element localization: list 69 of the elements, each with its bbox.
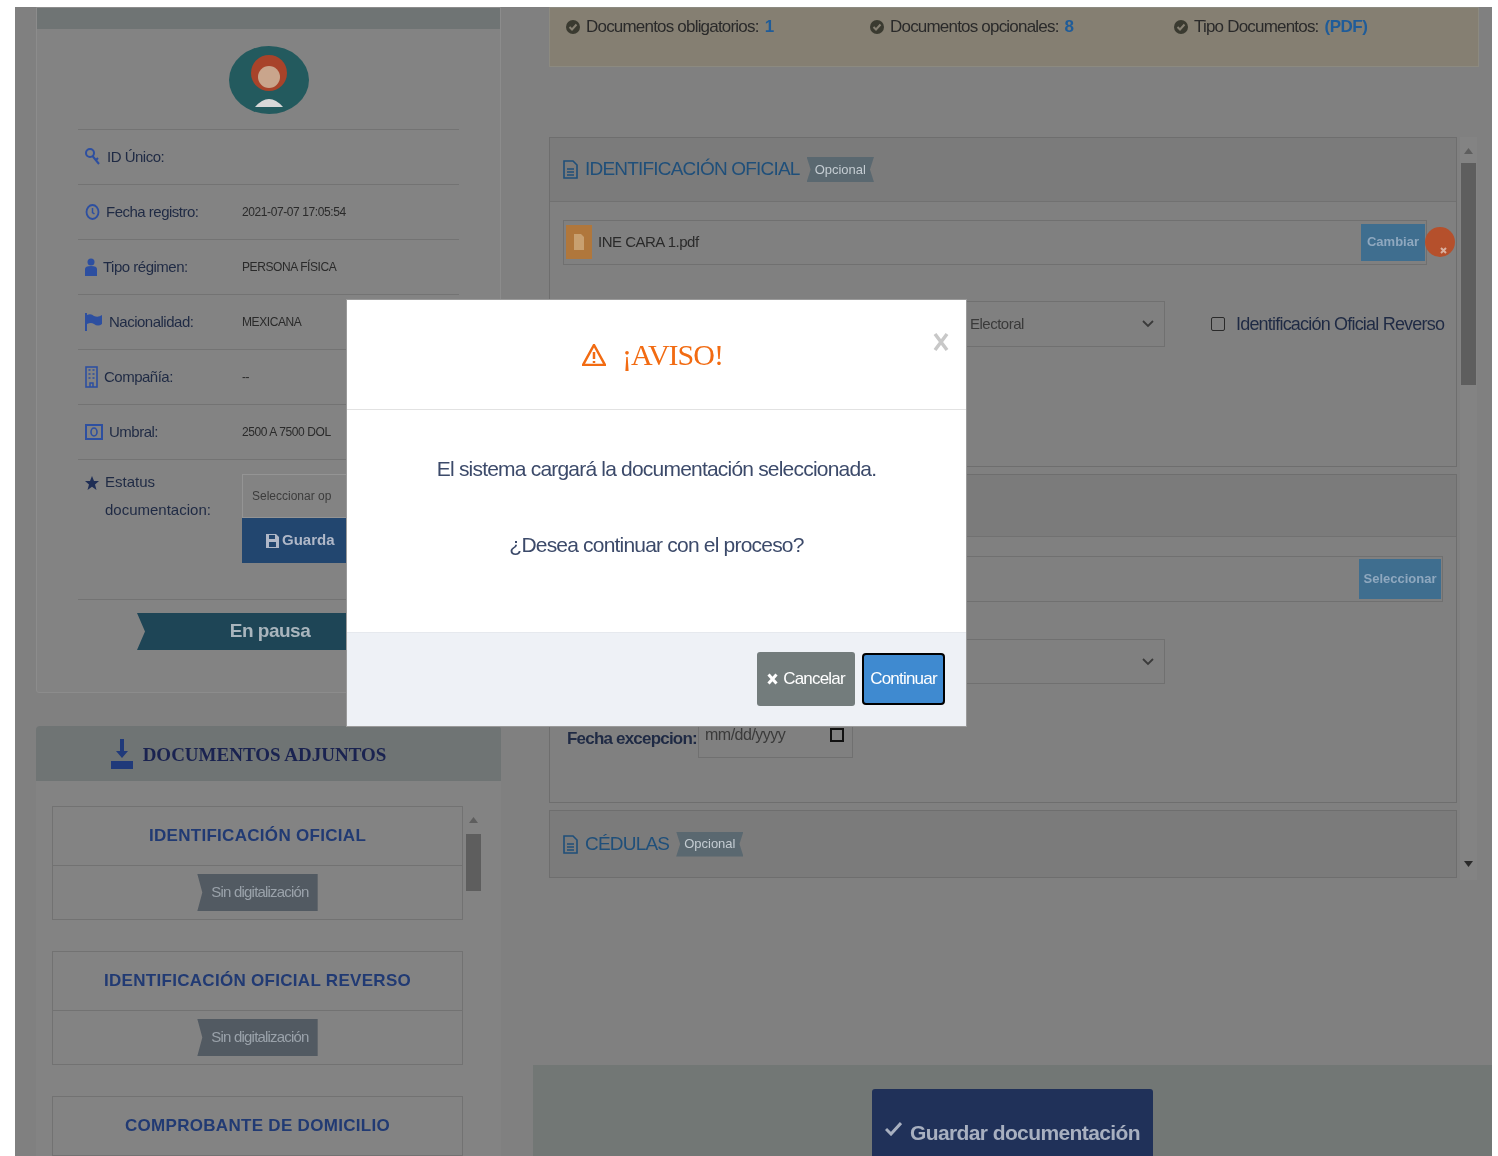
- attachment-title: COMPROBANTE DE DOMICILIO: [125, 1115, 390, 1138]
- scroll-thumb[interactable]: [466, 834, 481, 891]
- section-title: CÉDULAS: [585, 831, 670, 856]
- section-title: IDENTIFICACIÓN OFICIAL: [585, 157, 800, 182]
- close-icon: [767, 672, 779, 685]
- check-icon: [884, 1121, 902, 1136]
- field-label: Tipo régimen:: [103, 256, 188, 277]
- user-icon: [85, 258, 97, 276]
- status-badge: Sin digitalización: [197, 874, 318, 911]
- field-label: ID Único:: [107, 146, 165, 167]
- cancel-button[interactable]: Cancelar: [757, 651, 855, 706]
- scroll-thumb[interactable]: [1461, 163, 1476, 385]
- save-icon: [266, 533, 279, 548]
- scroll-up-icon[interactable]: [1464, 148, 1473, 154]
- scroll-up-icon[interactable]: [469, 817, 478, 823]
- continue-button[interactable]: Continuar: [862, 652, 945, 705]
- check-circle-icon: [566, 19, 580, 34]
- chevron-down-icon: [1142, 657, 1154, 666]
- avatar-icon: [227, 43, 310, 115]
- check-circle-icon: [1174, 19, 1188, 34]
- select-file-button[interactable]: Seleccionar: [1359, 559, 1441, 599]
- summary-label: Documentos opcionales:: [890, 16, 1059, 38]
- download-icon: [110, 738, 133, 769]
- checkbox[interactable]: [1211, 317, 1225, 331]
- field-value: MEXICANA: [242, 314, 302, 331]
- file-icon: [566, 225, 592, 259]
- summary-label: Tipo Documentos:: [1194, 16, 1319, 38]
- save-documents-button[interactable]: Guardar documentación: [872, 1089, 1153, 1156]
- checkbox-label[interactable]: Identificación Oficial Reverso: [1236, 310, 1445, 338]
- flag-icon: [85, 313, 103, 331]
- summary-label: Documentos obligatorios:: [586, 16, 759, 38]
- summary-value: 1: [764, 16, 774, 38]
- dialog-message: ¿Desea continuar con el proceso?: [509, 531, 804, 558]
- field-value: --: [242, 369, 250, 386]
- calendar-icon: [830, 727, 844, 742]
- summary-value: (PDF): [1324, 16, 1368, 38]
- field-value: 2500 A 7500 DOL: [242, 424, 331, 441]
- scroll-down-icon[interactable]: [1464, 861, 1473, 867]
- dialog-title: ¡AVISO!: [622, 337, 723, 373]
- change-button[interactable]: Cambiar: [1361, 223, 1425, 261]
- attachment-title: IDENTIFICACIÓN OFICIAL REVERSO: [103, 970, 412, 993]
- document-icon: [563, 834, 578, 854]
- optional-badge: Opcional: [806, 157, 874, 182]
- field-value: PERSONA FÍSICA: [242, 258, 337, 276]
- summary-value: 8: [1064, 16, 1074, 38]
- document-icon: [563, 160, 578, 179]
- field-label: Fecha registro:: [106, 201, 199, 222]
- field-label: Compañía:: [104, 366, 173, 387]
- field-label: Umbral:: [109, 421, 158, 442]
- key-icon: [85, 148, 101, 166]
- chevron-down-icon: [1142, 320, 1154, 328]
- banknote-icon: [85, 424, 103, 440]
- field-label: Nacionalidad:: [109, 311, 194, 332]
- dialog-message: El sistema cargará la documentación seleccionada.: [436, 456, 877, 482]
- warning-icon: [582, 343, 607, 366]
- file-name: INE CARA 1.pdf: [598, 231, 701, 252]
- status-badge: Sin digitalización: [197, 1019, 318, 1056]
- clock-icon: [85, 204, 100, 220]
- field-label: Fecha excepcion:: [567, 727, 698, 750]
- field-label: Estatus documentacion:: [105, 472, 212, 520]
- file-field[interactable]: INE CARA 1.pdf Cambiar: [563, 219, 1427, 265]
- attachment-title: IDENTIFICACIÓN OFICIAL: [148, 825, 367, 848]
- star-icon: [85, 476, 99, 490]
- close-icon[interactable]: [933, 332, 949, 352]
- attachments-title: DOCUMENTOS ADJUNTOS: [142, 743, 387, 768]
- check-circle-icon: [870, 19, 884, 34]
- optional-badge: Opcional: [676, 831, 744, 857]
- building-icon: [85, 366, 98, 388]
- field-value: 2021-07-07 17:05:54: [242, 204, 346, 221]
